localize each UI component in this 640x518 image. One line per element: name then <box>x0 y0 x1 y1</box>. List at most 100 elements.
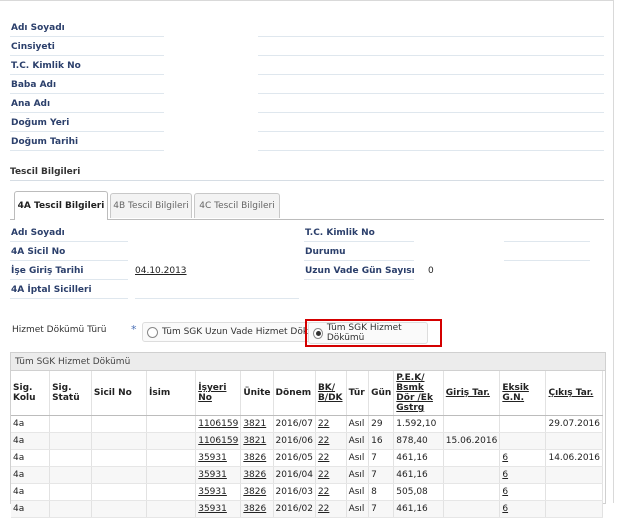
table-cell <box>545 432 603 450</box>
label-tescil-adi-soyadi: Adı Soyadı <box>11 228 65 238</box>
table-cell[interactable]: 6 <box>499 466 547 484</box>
divider <box>258 55 604 56</box>
table-row: 4a 1106159 3821 2016/07 22 Asıl 29 1.592,10 29.0… <box>11 415 603 433</box>
col-sig-kolu: Sig. Kolu <box>11 371 51 416</box>
table-row: 4a 1106159 3821 2016/06 22 Asıl 16 878,40 15.06.… <box>11 432 603 450</box>
table-cell: 7 <box>368 466 395 484</box>
table-cell <box>49 415 92 433</box>
table-cell <box>146 415 197 433</box>
table-cell: 29 <box>368 415 395 433</box>
table-cell: Asıl <box>346 449 370 467</box>
label-4a-sicil-no: 4A Sicil No <box>11 247 66 257</box>
table-cell: 2016/05 <box>273 449 316 467</box>
table-cell: 878,40 <box>393 432 444 450</box>
col-isyeri-no[interactable]: İşyeri No <box>195 371 242 416</box>
table-cell[interactable]: 35931 <box>195 483 242 501</box>
table-cell[interactable]: 22 <box>315 415 347 433</box>
divider <box>304 241 414 242</box>
table-cell[interactable]: 22 <box>315 449 347 467</box>
divider <box>258 74 604 75</box>
radio-circle-icon <box>147 326 158 338</box>
table-cell[interactable]: 35931 <box>195 500 242 518</box>
table-row: 4a 35931 3826 2016/02 22 Asıl 7 461,16 6 <box>11 500 603 518</box>
label-dogum-tarihi: Doğum Tarihi <box>11 137 79 147</box>
divider <box>304 260 414 261</box>
required-mark: * <box>131 323 137 336</box>
table-cell[interactable]: 3826 <box>240 500 274 518</box>
tab-4b-tescil[interactable]: 4B Tescil Bilgileri <box>110 193 192 218</box>
table-cell <box>443 483 501 501</box>
table-cell[interactable]: 3821 <box>240 415 274 433</box>
tab-4a-tescil[interactable]: 4A Tescil Bilgileri <box>14 191 108 220</box>
table-cell[interactable]: 3826 <box>240 466 274 484</box>
col-giris-tar[interactable]: Giriş Tar. <box>443 371 501 416</box>
table-cell: 1.592,10 <box>393 415 444 433</box>
label-tc-kimlik-no: T.C. Kimlik No <box>11 61 81 71</box>
table-cell[interactable]: 6 <box>499 500 547 518</box>
table-cell: 4a <box>11 432 51 450</box>
table-cell <box>49 466 92 484</box>
table-cell[interactable]: 3821 <box>240 432 274 450</box>
tab-4c-tescil[interactable]: 4C Tescil Bilgileri <box>194 193 280 218</box>
table-cell[interactable]: 22 <box>315 483 347 501</box>
table-cell: 29.07.2016 <box>545 415 603 433</box>
table-cell: Asıl <box>346 415 370 433</box>
label-uzun-vade-gun: Uzun Vade Gün Sayısı <box>305 266 415 276</box>
table-cell: 4a <box>11 483 51 501</box>
table-header-row: Sig. Kolu Sig. Statü Sicil No İsim İşyer… <box>11 371 603 416</box>
col-cikis-tar[interactable]: Çıkış Tar. <box>545 371 603 416</box>
label-baba-adi: Baba Adı <box>11 80 57 90</box>
col-gun: Gün <box>368 371 395 416</box>
table-cell <box>545 483 603 501</box>
table-row: 4a 35931 3826 2016/04 22 Asıl 7 461,16 6 <box>11 466 603 484</box>
table-cell <box>146 432 197 450</box>
divider <box>10 74 164 75</box>
table-row: 4a 35931 3826 2016/05 22 Asıl 7 461,16 6 14.06.20… <box>11 449 603 467</box>
table-cell[interactable]: 1106159 <box>195 415 242 433</box>
table-cell[interactable]: 22 <box>315 466 347 484</box>
table-cell: 4a <box>11 415 51 433</box>
table-cell <box>545 466 603 484</box>
divider <box>504 241 590 242</box>
table-cell[interactable]: 1106159 <box>195 432 242 450</box>
table-cell[interactable]: 22 <box>315 500 347 518</box>
col-eksik-gn[interactable]: Eksik G.N. <box>499 371 547 416</box>
table-cell <box>146 466 197 484</box>
table-cell: 2016/06 <box>273 432 316 450</box>
col-isim: İsim <box>146 371 197 416</box>
table-cell: 2016/02 <box>273 500 316 518</box>
divider <box>10 298 128 299</box>
table-cell[interactable]: 6 <box>499 483 547 501</box>
col-bk-bdk[interactable]: BK/ B/DK <box>315 371 347 416</box>
table-cell: Asıl <box>346 466 370 484</box>
table-cell[interactable]: 22 <box>315 432 347 450</box>
table-cell <box>146 449 197 467</box>
table-cell <box>443 449 501 467</box>
table-cell[interactable]: 35931 <box>195 466 242 484</box>
table-cell[interactable]: 3826 <box>240 449 274 467</box>
label-cinsiyeti: Cinsiyeti <box>11 42 55 52</box>
table-cell <box>499 432 547 450</box>
table-cell: 7 <box>368 449 395 467</box>
divider <box>258 36 604 37</box>
label-tescil-tc-kimlik: T.C. Kimlik No <box>305 228 375 238</box>
hizmet-dokumu-panel: Tüm SGK Hizmet Dökümü Sig. Kolu Sig. Sta… <box>10 352 606 518</box>
value-ise-giris-tarihi: 04.10.2013 <box>135 266 187 276</box>
table-cell: 4a <box>11 449 51 467</box>
divider <box>258 131 604 132</box>
table-cell: 7 <box>368 500 395 518</box>
label-ana-adi: Ana Adı <box>11 99 51 109</box>
divider <box>10 180 604 181</box>
table-cell: Asıl <box>346 500 370 518</box>
col-tur: Tür <box>346 371 370 416</box>
table-cell <box>91 432 148 450</box>
table-cell[interactable]: 6 <box>499 449 547 467</box>
highlight-box <box>305 319 442 347</box>
table-cell[interactable]: 35931 <box>195 449 242 467</box>
table-cell <box>443 500 501 518</box>
table-cell <box>443 466 501 484</box>
divider <box>304 279 414 280</box>
table-cell <box>146 500 197 518</box>
col-pek[interactable]: P.E.K/ Bsmk Dör /Ek Gstrg <box>393 371 444 416</box>
table-cell[interactable]: 3826 <box>240 483 274 501</box>
